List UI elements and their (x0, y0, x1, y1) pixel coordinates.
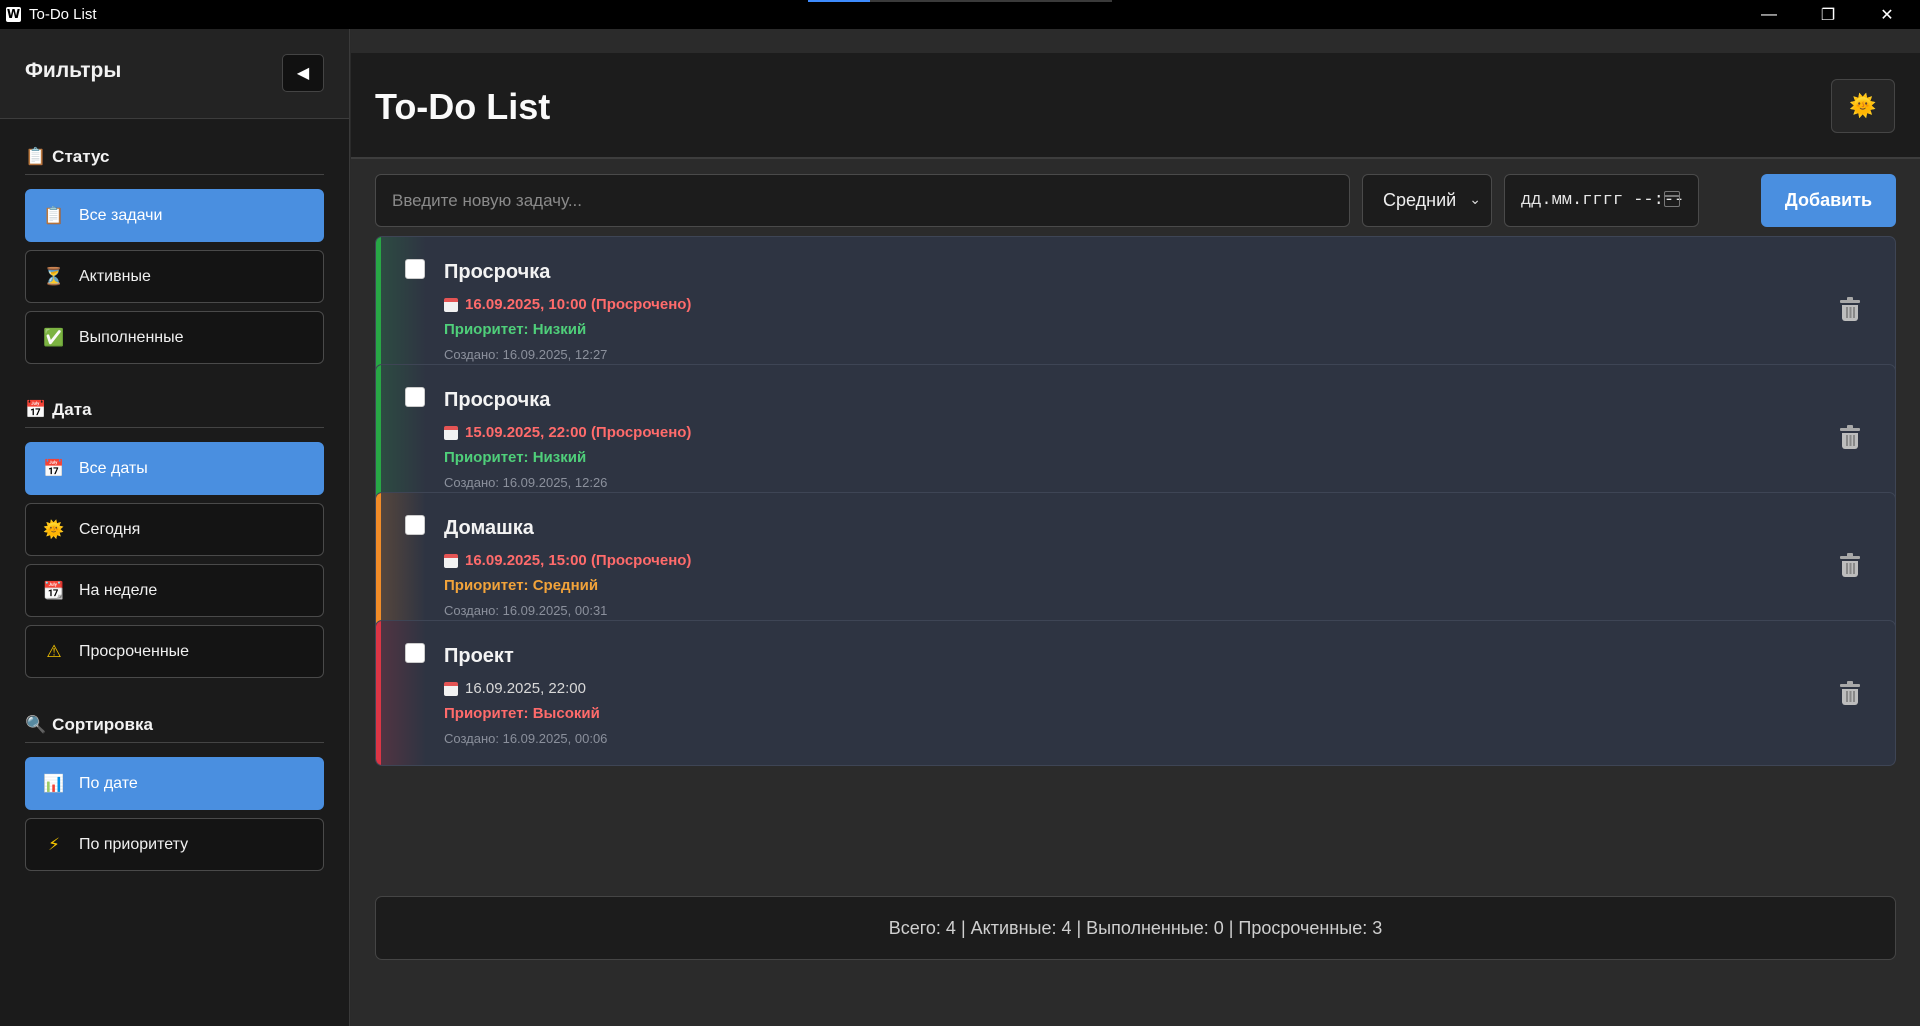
filter-label: Сегодня (79, 520, 141, 538)
clipboard-icon: 📋 (25, 147, 47, 166)
due-date-input[interactable]: дд.мм.гггг --:-- (1504, 174, 1699, 227)
task-card: Просрочка 16.09.2025, 10:00 (Просрочено) П… (375, 236, 1896, 382)
status-section-label: Статус (52, 147, 110, 166)
add-task-button[interactable]: Добавить (1761, 174, 1896, 227)
task-created: Создано: 16.09.2025, 00:06 (444, 731, 608, 746)
theme-toggle-button[interactable]: 🌞 (1831, 79, 1895, 133)
sort-label: По приоритету (79, 835, 189, 853)
close-window-button[interactable]: ✕ (1858, 0, 1916, 29)
filters-sidebar: Фильтры ◀ 📋 Статус 📋 Все задачи ⏳ Активн… (0, 29, 350, 1026)
filter-active[interactable]: ⏳ Активные (25, 250, 324, 303)
task-created: Создано: 16.09.2025, 12:26 (444, 475, 608, 490)
maximize-button[interactable]: ❐ (1799, 0, 1857, 29)
task-complete-checkbox[interactable] (405, 643, 425, 663)
task-due-text: 15.09.2025, 22:00 (Просрочено) (465, 424, 692, 441)
date-section-label: Дата (52, 400, 92, 419)
calendar-picker-icon[interactable] (1664, 191, 1680, 207)
calendar-icon (444, 297, 458, 312)
filter-label: Все даты (79, 459, 148, 477)
trash-icon[interactable] (1840, 297, 1860, 322)
task-card: Проект 16.09.2025, 22:00 Приоритет: Высоки… (375, 620, 1896, 766)
task-due-date: 15.09.2025, 22:00 (Просрочено) (444, 424, 691, 441)
calendar-icon: 📅 (25, 400, 47, 419)
filter-label: Все задачи (79, 206, 163, 224)
filter-completed[interactable]: ✅ Выполненные (25, 311, 324, 364)
task-created: Создано: 16.09.2025, 12:27 (444, 347, 608, 362)
trash-icon[interactable] (1840, 425, 1860, 450)
trash-icon[interactable] (1840, 553, 1860, 578)
sun-icon: 🌞 (43, 519, 65, 540)
task-created: Создано: 16.09.2025, 00:31 (444, 603, 608, 618)
task-title: Домашка (444, 517, 534, 539)
task-card: Домашка 16.09.2025, 15:00 (Просрочено) При… (375, 492, 1896, 638)
task-title: Просрочка (444, 261, 551, 283)
task-title: Просрочка (444, 389, 551, 411)
date-placeholder: дд.мм.гггг --:-- (1521, 191, 1685, 210)
task-priority: Приоритет: Низкий (444, 449, 587, 466)
lightning-icon: ⚡ (48, 834, 60, 855)
filter-label: Просроченные (79, 642, 190, 660)
window-title-bar: W To-Do List — ❐ ✕ (0, 0, 1920, 29)
trash-icon[interactable] (1840, 681, 1860, 706)
sidebar-header: Фильтры ◀ (0, 29, 349, 119)
task-due-text: 16.09.2025, 10:00 (Просрочено) (465, 296, 692, 313)
task-due-date: 16.09.2025, 15:00 (Просрочено) (444, 552, 691, 569)
status-section-title: 📋 Статус (25, 147, 324, 175)
warning-icon: ⚠ (46, 641, 62, 662)
minimize-button[interactable]: — (1740, 0, 1798, 29)
bar-chart-icon: 📊 (43, 773, 65, 794)
new-task-input[interactable] (375, 174, 1350, 227)
collapse-sidebar-button[interactable]: ◀ (282, 54, 324, 92)
task-complete-checkbox[interactable] (405, 387, 425, 407)
filter-all-dates[interactable]: 📅 Все даты (25, 442, 324, 495)
sort-section-title: 🔍 Сортировка (25, 715, 324, 743)
sort-by-date[interactable]: 📊 По дате (25, 757, 324, 810)
task-due-text: 16.09.2025, 22:00 (465, 680, 586, 697)
filter-all-tasks[interactable]: 📋 Все задачи (25, 189, 324, 242)
task-priority: Приоритет: Низкий (444, 321, 587, 338)
sort-by-priority[interactable]: ⚡ По приоритету (25, 818, 324, 871)
calendar-icon (444, 553, 458, 568)
filter-label: На неделе (79, 581, 158, 599)
filter-today[interactable]: 🌞 Сегодня (25, 503, 324, 556)
task-complete-checkbox[interactable] (405, 515, 425, 535)
app-icon: W (6, 7, 21, 22)
task-complete-checkbox[interactable] (405, 259, 425, 279)
title-bar-accent (808, 0, 1112, 2)
task-due-date: 16.09.2025, 10:00 (Просрочено) (444, 296, 691, 313)
page-title: To-Do List (375, 86, 551, 127)
calendar-icon (444, 681, 458, 696)
triangle-left-icon: ◀ (296, 65, 310, 82)
task-card: Просрочка 15.09.2025, 22:00 (Просрочено) П… (375, 364, 1896, 510)
window-title: To-Do List (29, 6, 97, 23)
calendar-31-icon: 📆 (43, 580, 65, 601)
priority-select[interactable]: Средний ⌄ (1362, 174, 1492, 227)
filter-label: Выполненные (79, 328, 184, 346)
sidebar-title: Фильтры (25, 59, 122, 82)
calendar-icon (444, 425, 458, 440)
check-mark-icon: ✅ (43, 327, 65, 348)
chevron-down-icon: ⌄ (1469, 191, 1481, 207)
stats-bar: Всего: 4 | Активные: 4 | Выполненные: 0 … (375, 896, 1896, 960)
main-panel: To-Do List 🌞 Средний ⌄ дд.мм.гггг --:-- … (351, 29, 1920, 1026)
filter-this-week[interactable]: 📆 На неделе (25, 564, 324, 617)
sort-label: По дате (79, 774, 138, 792)
magnifier-icon: 🔍 (25, 715, 47, 734)
hourglass-icon: ⏳ (43, 266, 65, 287)
filter-overdue[interactable]: ⚠ Просроченные (25, 625, 324, 678)
stats-text: Всего: 4 | Активные: 4 | Выполненные: 0 … (888, 917, 1383, 938)
task-title: Проект (444, 645, 514, 667)
filter-label: Активные (79, 267, 151, 285)
task-due-date: 16.09.2025, 22:00 (444, 680, 586, 697)
calendar-icon: 📅 (43, 458, 65, 479)
task-due-text: 16.09.2025, 15:00 (Просрочено) (465, 552, 692, 569)
priority-selected-value: Средний (1383, 190, 1457, 210)
sun-icon: 🌞 (1849, 93, 1877, 119)
task-priority: Приоритет: Средний (444, 577, 599, 594)
sort-section-label: Сортировка (52, 715, 153, 734)
date-section-title: 📅 Дата (25, 400, 324, 428)
main-header: To-Do List 🌞 (351, 53, 1920, 159)
task-priority: Приоритет: Высокий (444, 705, 600, 722)
clipboard-icon: 📋 (43, 205, 65, 226)
